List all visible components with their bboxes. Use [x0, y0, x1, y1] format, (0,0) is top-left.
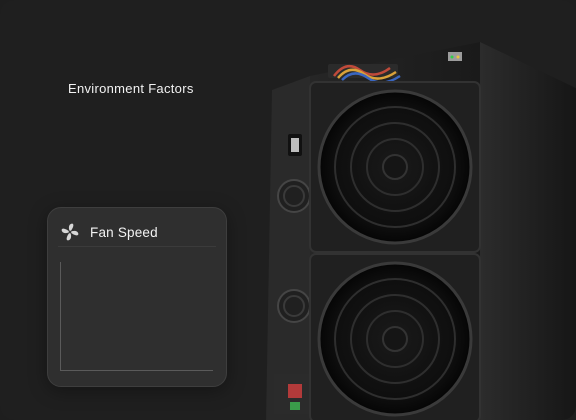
- dashboard-card: Environment Factors Fan Speed: [0, 0, 576, 420]
- fan-speed-chart-area: [60, 262, 213, 371]
- fan-speed-widget[interactable]: Fan Speed: [47, 207, 227, 387]
- section-title: Environment Factors: [68, 81, 194, 96]
- miner-illustration: [266, 42, 576, 420]
- fan-icon: [61, 223, 79, 241]
- widget-header: Fan Speed: [58, 218, 216, 247]
- widget-title: Fan Speed: [90, 224, 158, 240]
